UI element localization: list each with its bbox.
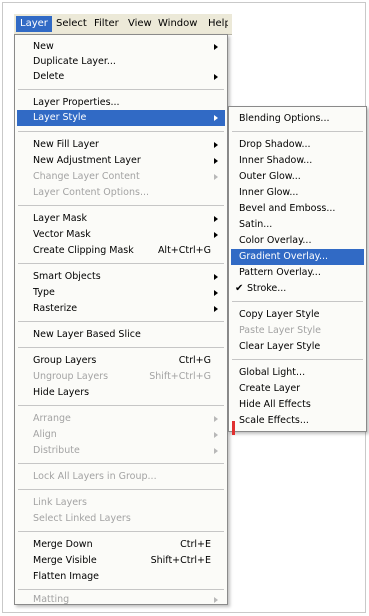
- submenu-item-bevel-and-emboss[interactable]: Bevel and Emboss...: [231, 201, 364, 217]
- menu-separator: [232, 301, 363, 302]
- submenu-arrow-icon: [214, 74, 218, 80]
- menu-item-link-layers: Link Layers: [33, 497, 87, 508]
- submenu-item-pattern-overlay[interactable]: Pattern Overlay...: [231, 265, 364, 281]
- menu-separator: [18, 131, 224, 132]
- menu-item-flatten-image[interactable]: Flatten Image: [17, 569, 225, 585]
- menu-bar: Layer Select Filter View Window Help: [14, 14, 232, 35]
- submenu-item-inner-glow[interactable]: Inner Glow...: [231, 185, 364, 201]
- menubar-select[interactable]: Select: [52, 16, 91, 32]
- menu-item-new[interactable]: New: [17, 39, 225, 55]
- menu-separator: [232, 359, 363, 360]
- menu-item-merge-down[interactable]: Merge Down Ctrl+E: [17, 537, 225, 553]
- submenu-item-hide-all-effects[interactable]: Hide All Effects: [231, 397, 364, 413]
- menu-item-select-linked-layers: Select Linked Layers: [33, 513, 131, 524]
- menu-separator: [18, 405, 224, 406]
- submenu-item-color-overlay[interactable]: Color Overlay...: [231, 233, 364, 249]
- menubar-window[interactable]: Window: [154, 16, 201, 32]
- menu-separator: [18, 531, 224, 532]
- submenu-arrow-icon: [214, 416, 218, 422]
- submenu-arrow-icon: [214, 232, 218, 238]
- shortcut-label: Shift+Ctrl+G: [149, 371, 211, 382]
- menubar-view[interactable]: View: [124, 16, 156, 32]
- submenu-arrow-icon: [214, 597, 218, 603]
- menu-separator: [18, 589, 224, 590]
- submenu-item-create-layer[interactable]: Create Layer: [231, 381, 364, 397]
- submenu-item-inner-shadow[interactable]: Inner Shadow...: [231, 153, 364, 169]
- menu-item-ungroup-layers: Ungroup Layers Shift+Ctrl+G: [17, 369, 225, 385]
- layer-style-submenu: Blending Options... Drop Shadow... Inner…: [228, 106, 367, 432]
- menu-separator: [18, 205, 224, 206]
- menu-item-distribute: Distribute: [17, 443, 225, 459]
- menubar-help[interactable]: Help: [204, 16, 228, 32]
- submenu-item-blending-options[interactable]: Blending Options...: [231, 111, 364, 127]
- menu-item-layer-style[interactable]: Layer Style: [17, 110, 225, 126]
- menu-item-arrange: Arrange: [17, 411, 225, 427]
- menu-separator: [18, 263, 224, 264]
- submenu-arrow-icon: [214, 115, 218, 121]
- menu-item-rasterize[interactable]: Rasterize: [17, 301, 225, 317]
- menu-item-align: Align: [17, 427, 225, 443]
- submenu-item-scale-effects[interactable]: Scale Effects...: [231, 413, 364, 429]
- submenu-item-clear-layer-style[interactable]: Clear Layer Style: [231, 339, 364, 355]
- menu-item-new-adjustment-layer[interactable]: New Adjustment Layer: [17, 153, 225, 169]
- menu-item-group-layers[interactable]: Group Layers Ctrl+G: [17, 353, 225, 369]
- submenu-arrow-icon: [214, 306, 218, 312]
- menu-item-duplicate-layer[interactable]: Duplicate Layer...: [17, 54, 225, 70]
- submenu-item-paste-layer-style: Paste Layer Style: [239, 325, 322, 336]
- menu-item-vector-mask[interactable]: Vector Mask: [17, 227, 225, 243]
- submenu-item-satin[interactable]: Satin...: [231, 217, 364, 233]
- menu-separator: [232, 131, 363, 132]
- submenu-arrow-icon: [214, 158, 218, 164]
- submenu-arrow-icon: [214, 174, 218, 180]
- menu-item-create-clipping-mask[interactable]: Create Clipping Mask Alt+Ctrl+G: [17, 243, 225, 259]
- menu-item-layer-mask[interactable]: Layer Mask: [17, 211, 225, 227]
- menu-item-hide-layers[interactable]: Hide Layers: [17, 385, 225, 401]
- layer-menu: New Duplicate Layer... Delete Layer Prop…: [14, 34, 228, 605]
- menu-item-merge-visible[interactable]: Merge Visible Shift+Ctrl+E: [17, 553, 225, 569]
- submenu-arrow-icon: [214, 142, 218, 148]
- menu-item-type[interactable]: Type: [17, 285, 225, 301]
- menu-item-layer-properties[interactable]: Layer Properties...: [17, 95, 225, 111]
- submenu-item-outer-glow[interactable]: Outer Glow...: [231, 169, 364, 185]
- submenu-arrow-icon: [214, 432, 218, 438]
- menu-separator: [18, 89, 224, 90]
- submenu-item-copy-layer-style[interactable]: Copy Layer Style: [231, 307, 364, 323]
- submenu-arrow-icon: [214, 44, 218, 50]
- menu-item-new-layer-based-slice[interactable]: New Layer Based Slice: [17, 327, 225, 343]
- submenu-arrow-icon: [214, 448, 218, 454]
- menu-item-change-layer-content: Change Layer Content: [17, 169, 225, 185]
- menu-separator: [18, 463, 224, 464]
- submenu-item-gradient-overlay[interactable]: Gradient Overlay...: [231, 249, 364, 265]
- menubar-filter[interactable]: Filter: [90, 16, 123, 32]
- menu-separator: [18, 347, 224, 348]
- menu-separator: [18, 489, 224, 490]
- submenu-item-global-light[interactable]: Global Light...: [231, 365, 364, 381]
- menu-item-delete[interactable]: Delete: [17, 69, 225, 85]
- shortcut-label: Ctrl+G: [178, 355, 211, 366]
- menu-item-lock-all-layers-in-group: Lock All Layers in Group...: [33, 471, 157, 482]
- menu-item-matting: Matting: [17, 592, 225, 608]
- menu-separator: [18, 321, 224, 322]
- submenu-arrow-icon: [214, 290, 218, 296]
- menubar-layer[interactable]: Layer: [16, 16, 52, 32]
- submenu-item-stroke[interactable]: ✔ Stroke...: [231, 281, 364, 297]
- shortcut-label: Alt+Ctrl+G: [157, 245, 211, 256]
- background-canvas-fragment: [232, 421, 235, 435]
- submenu-item-drop-shadow[interactable]: Drop Shadow...: [231, 137, 364, 153]
- menu-item-new-fill-layer[interactable]: New Fill Layer: [17, 137, 225, 153]
- check-mark-icon: ✔: [235, 283, 244, 294]
- menu-item-smart-objects[interactable]: Smart Objects: [17, 269, 225, 285]
- submenu-arrow-icon: [214, 216, 218, 222]
- menu-item-layer-content-options: Layer Content Options...: [33, 187, 150, 198]
- shortcut-label: Shift+Ctrl+E: [150, 555, 211, 566]
- shortcut-label: Ctrl+E: [180, 539, 211, 550]
- submenu-arrow-icon: [214, 274, 218, 280]
